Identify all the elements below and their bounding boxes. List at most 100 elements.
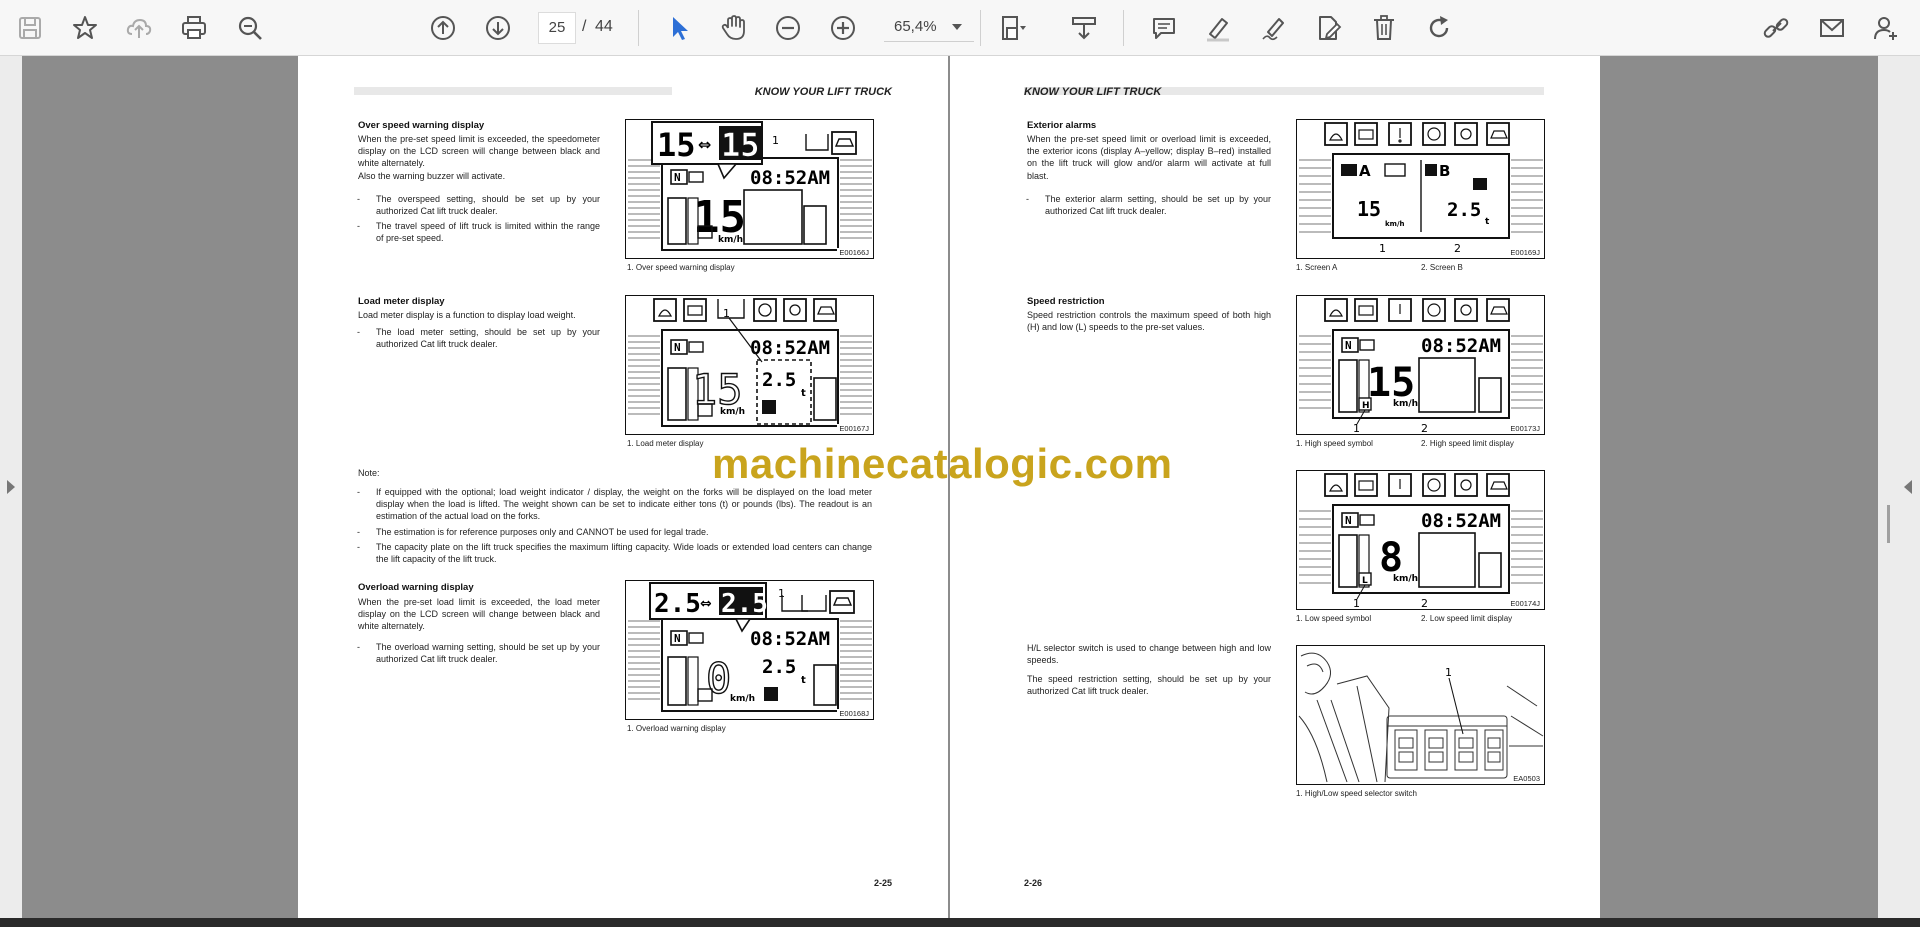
callout-number: 1 — [772, 134, 779, 147]
screen-a-speed: 15 — [1357, 197, 1381, 221]
callout-number: 1 — [1353, 597, 1360, 610]
page-header: KNOW YOUR LIFT TRUCK — [1024, 86, 1162, 98]
cloud-upload-icon[interactable] — [121, 10, 157, 46]
page-header: KNOW YOUR LIFT TRUCK — [754, 86, 892, 98]
neutral-indicator: N — [1345, 514, 1352, 527]
page-separator: / — [582, 18, 587, 35]
figure-overload-display: N 08:52AM 0 km/h 2.5 t 2.5 ⇔ 2.5 1 E0016… — [625, 580, 874, 720]
bullet-item: - The travel speed of lift truck is limit… — [357, 221, 600, 243]
section-title: Overload warning display — [358, 582, 474, 593]
lcd-clock: 08:52AM — [1421, 510, 1501, 532]
bottom-bar — [0, 918, 1920, 927]
bullet-item: - If equipped with the optional; load wei… — [357, 487, 872, 521]
figure-code: E00169J — [1508, 248, 1540, 257]
attach-link-icon[interactable] — [1758, 10, 1794, 46]
add-user-icon[interactable] — [1868, 10, 1904, 46]
lcd-speed: 0 — [706, 654, 731, 703]
toolbar-divider — [638, 10, 639, 46]
zoom-minus-icon[interactable] — [770, 10, 806, 46]
download-tray-icon[interactable] — [1066, 10, 1102, 46]
bullet-item: - The capacity plate on the lift truck sp… — [357, 542, 872, 564]
zoom-plus-icon[interactable] — [825, 10, 861, 46]
delete-trash-icon[interactable] — [1366, 10, 1402, 46]
right-panel-toggle[interactable] — [1878, 56, 1920, 918]
page-number: 2-26 — [1024, 878, 1043, 888]
bookmark-star-icon[interactable] — [67, 10, 103, 46]
figure-code: E00167J — [837, 424, 869, 433]
warning-load-inverted: 2.5 — [721, 589, 768, 619]
page-number: 2-25 — [873, 878, 892, 888]
paragraph: When the pre-set load limit is exceeded,… — [358, 597, 600, 632]
lcd-clock: 08:52AM — [750, 167, 830, 189]
print-icon[interactable] — [176, 10, 212, 46]
paragraph: Load meter display is a function to disp… — [358, 310, 576, 320]
rotate-icon[interactable] — [1421, 10, 1457, 46]
viewer-toolbar: 25 / 44 65,4% — [0, 0, 1920, 56]
neutral-indicator: N — [674, 171, 681, 184]
lcd-ton-unit: t — [801, 675, 806, 686]
chevron-down-icon[interactable] — [952, 24, 962, 30]
section-title: Over speed warning display — [358, 120, 485, 131]
figure-caption: 1. Load meter display — [627, 439, 704, 448]
callout-number: 1 — [1445, 666, 1452, 679]
figure-selector-switch: 1 EA0503 — [1296, 645, 1545, 785]
paragraph: When the pre-set speed limit is exceeded… — [358, 134, 600, 169]
lcd-load: 2.5 — [762, 369, 796, 391]
figure-caption: 1. Over speed warning display — [627, 263, 735, 272]
chevron-left-icon[interactable] — [1904, 480, 1912, 494]
lcd-unit: km/h — [730, 694, 755, 704]
page-up-icon[interactable] — [425, 10, 461, 46]
highlight-pen-icon[interactable] — [1200, 10, 1236, 46]
svg-text:⇔: ⇔ — [700, 596, 712, 612]
save-icon[interactable] — [12, 10, 48, 46]
figure-exterior-alarms: A B 15 km/h 2.5 t 1 2 E00169J — [1296, 119, 1545, 259]
figure-code: E00168J — [837, 709, 869, 718]
toolbar-divider — [980, 10, 981, 46]
figure-caption: 1. High/Low speed selector switch — [1296, 789, 1417, 798]
screen-b-load: 2.5 — [1447, 199, 1481, 221]
bullet-item: - The overspeed setting, should be set up… — [357, 194, 600, 216]
figure-high-speed-limit: N 08:52AM 15 km/h H 1 2 E00173J — [1296, 295, 1545, 435]
figure-code: E00173J — [1508, 424, 1540, 433]
hand-icon[interactable] — [715, 10, 751, 46]
figure-caption: 1. Low speed symbol — [1296, 614, 1372, 623]
neutral-indicator: N — [674, 341, 681, 354]
speed-mode-symbol: L — [1362, 576, 1368, 586]
watermark-text: machinecatalogic.com — [712, 440, 1173, 487]
bullet-item: - The estimation is for reference purpose… — [357, 527, 709, 537]
paragraph: Also the warning buzzer will activate. — [358, 171, 506, 181]
sign-pen-icon[interactable] — [1256, 10, 1292, 46]
neutral-indicator: N — [674, 632, 681, 645]
screen-a-label: A — [1359, 162, 1371, 180]
paragraph: H/L selector switch is used to change be… — [1027, 643, 1271, 666]
figure-code: EA0503 — [1511, 774, 1540, 783]
chevron-right-icon[interactable] — [7, 480, 15, 494]
lcd-unit: km/h — [718, 235, 743, 245]
bullet-item: - The overload warning setting, should be… — [357, 642, 600, 664]
mail-icon[interactable] — [1814, 10, 1850, 46]
figure-caption: 1. Screen A — [1296, 263, 1338, 272]
figure-low-speed-limit: N 08:52AM 8 km/h L 1 2 E00174J — [1296, 470, 1545, 610]
scrollbar-thumb[interactable] — [1887, 505, 1890, 543]
paragraph: When the pre-set speed limit or overload… — [1027, 134, 1271, 181]
zoom-out-search-icon[interactable] — [232, 10, 268, 46]
callout-number: 2 — [1421, 422, 1428, 435]
toolbar-divider — [1123, 10, 1124, 46]
section-title: Exterior alarms — [1027, 120, 1097, 131]
callout-number: 2 — [1421, 597, 1428, 610]
select-cursor-icon[interactable] — [661, 10, 697, 46]
edit-document-icon[interactable] — [1311, 10, 1347, 46]
warning-load-normal: 2.5 — [654, 589, 701, 619]
lcd-unit: km/h — [1393, 574, 1418, 584]
page-fit-icon[interactable] — [996, 10, 1032, 46]
screen-b-ton: t — [1485, 217, 1490, 227]
comment-icon[interactable] — [1146, 10, 1182, 46]
page-down-icon[interactable] — [480, 10, 516, 46]
page-number-input[interactable]: 25 — [538, 12, 576, 44]
figure-overspeed-display: N 08:52AM 15 km/h 15 ⇔ 15 1 E00166J — [625, 119, 874, 259]
callout-number: 1 — [1379, 242, 1386, 255]
figure-loadmeter-display: N 08:52AM 15 km/h 2.5 t 1 E00167J — [625, 295, 874, 435]
callout-number: 1 — [1353, 422, 1360, 435]
figure-caption: 1. Overload warning display — [627, 724, 726, 733]
lcd-unit: km/h — [1393, 399, 1418, 409]
